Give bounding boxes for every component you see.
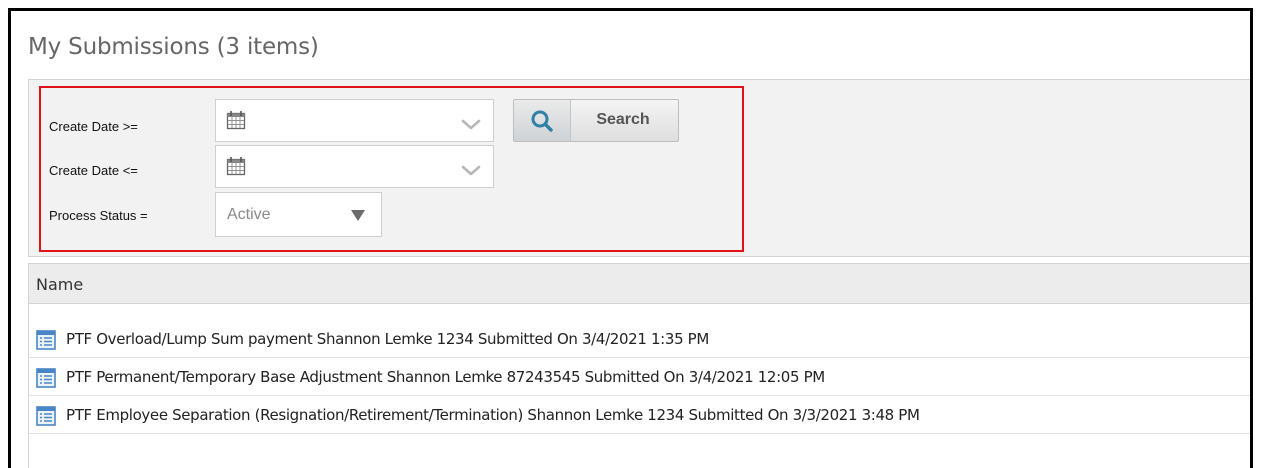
- create-date-from-field[interactable]: [215, 99, 494, 142]
- row-link[interactable]: PTF Overload/Lump Sum payment Shannon Le…: [66, 330, 709, 348]
- process-status-value: Active: [227, 206, 271, 223]
- search-button[interactable]: Search: [513, 99, 679, 142]
- table-row[interactable]: PTF Overload/Lump Sum payment Shannon Le…: [29, 320, 1250, 358]
- document-list-icon: [36, 330, 56, 350]
- chevron-down-icon[interactable]: [461, 119, 481, 130]
- calendar-icon[interactable]: [226, 110, 246, 130]
- table-row[interactable]: PTF Employee Separation (Resignation/Ret…: [29, 396, 1250, 434]
- row-link[interactable]: PTF Permanent/Temporary Base Adjustment …: [66, 368, 825, 386]
- create-date-to-label: Create Date <=: [49, 163, 138, 178]
- process-status-select[interactable]: Active: [215, 192, 382, 237]
- triangle-down-icon[interactable]: [351, 210, 365, 221]
- create-date-from-label: Create Date >=: [49, 119, 138, 134]
- table-row[interactable]: PTF Permanent/Temporary Base Adjustment …: [29, 358, 1250, 396]
- column-header-name[interactable]: Name: [36, 275, 83, 294]
- page-title: My Submissions (3 items): [28, 34, 319, 60]
- document-list-icon: [36, 406, 56, 426]
- submissions-grid: Name PTF Overload/Lump Sum payment Shann…: [28, 263, 1250, 468]
- search-button-label: Search: [596, 111, 650, 128]
- submissions-window: My Submissions (3 items) Create Date >= …: [8, 8, 1253, 468]
- row-link[interactable]: PTF Employee Separation (Resignation/Ret…: [66, 406, 920, 424]
- document-list-icon: [36, 368, 56, 388]
- process-status-label: Process Status =: [49, 208, 148, 223]
- calendar-icon[interactable]: [226, 156, 246, 176]
- create-date-to-field[interactable]: [215, 145, 494, 188]
- search-icon: [531, 110, 553, 132]
- grid-header: Name: [29, 264, 1250, 304]
- chevron-down-icon[interactable]: [461, 165, 481, 176]
